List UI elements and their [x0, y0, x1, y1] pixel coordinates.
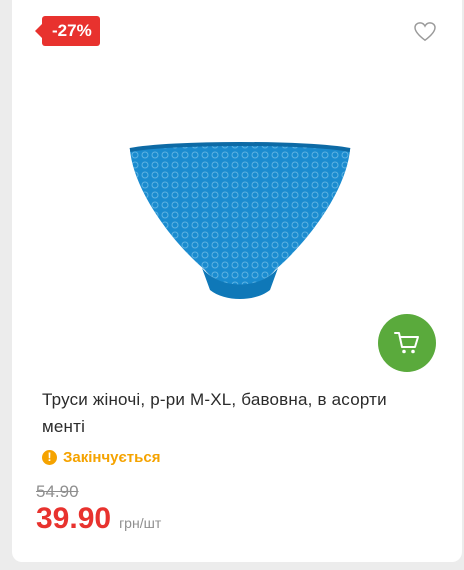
price-unit: грн/шт	[119, 515, 162, 531]
price-row: 39.90 грн/шт	[36, 502, 161, 536]
stock-status: ! Закінчується	[42, 446, 160, 468]
add-to-cart-button[interactable]	[378, 314, 436, 372]
shopping-cart-icon	[394, 332, 419, 354]
product-title[interactable]: Труси жіночі, р-ри M-XL, бавовна, в асор…	[42, 386, 432, 440]
old-price: 54.90	[36, 482, 79, 501]
discount-badge: -27%	[35, 16, 100, 46]
exclamation-icon: !	[42, 449, 57, 465]
product-image[interactable]	[110, 130, 370, 310]
current-price: 39.90	[36, 502, 112, 535]
wishlist-heart-icon[interactable]	[414, 22, 436, 42]
stock-status-text: Закінчується	[63, 448, 161, 466]
